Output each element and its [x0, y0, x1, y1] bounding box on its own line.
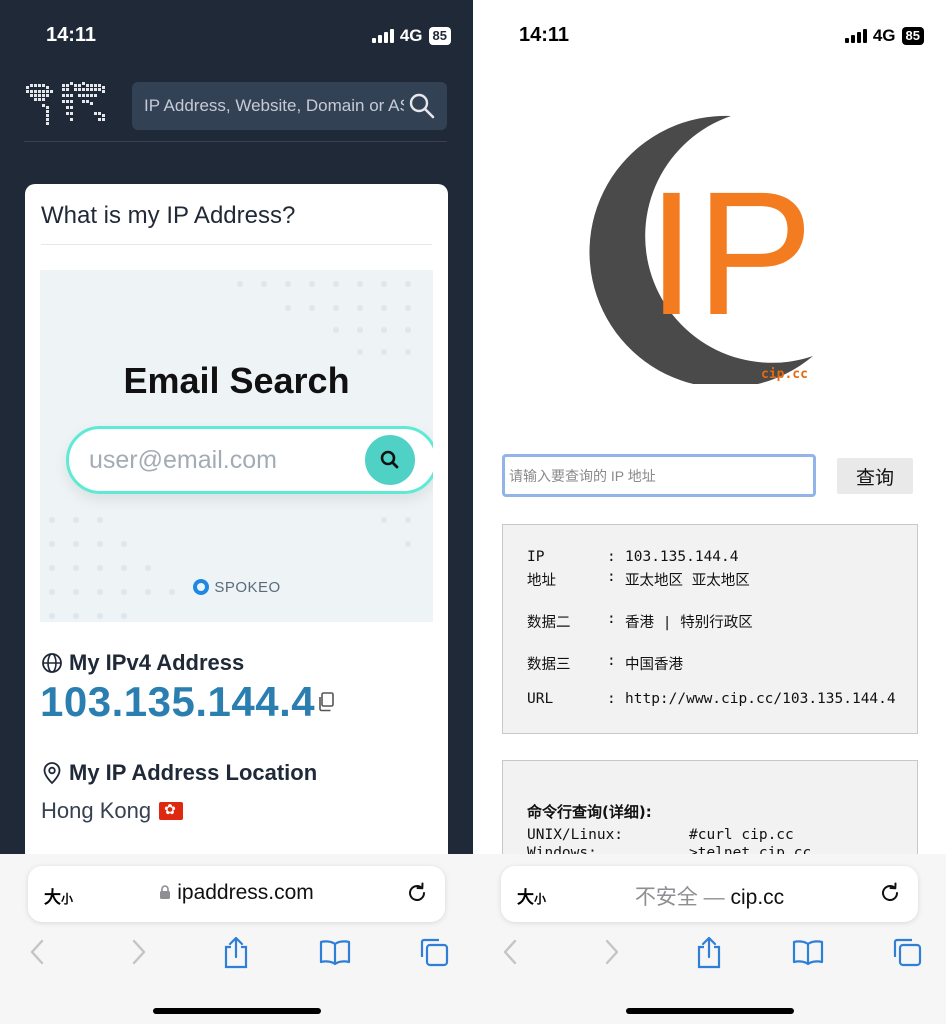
spokeo-logo: SPOKEO — [40, 578, 433, 596]
ad-title: Email Search — [123, 360, 350, 401]
status-bar: 14:11 4G 85 — [0, 22, 473, 52]
forward-icon[interactable] — [603, 936, 621, 968]
safari-toolbar — [473, 936, 946, 976]
status-time: 14:11 — [46, 24, 97, 46]
lock-icon — [160, 885, 171, 899]
cip-logo: IP cip.cc — [589, 115, 813, 384]
query-button[interactable]: 查询 — [837, 458, 913, 494]
network-type: 4G — [872, 26, 896, 45]
battery-level: 85 — [428, 27, 451, 45]
right-screen: 14:11 4G 85 IP cip.cc 查询 IP:103.135.144.… — [473, 0, 946, 1024]
divider — [41, 244, 432, 245]
home-indicator[interactable] — [152, 1008, 321, 1014]
tabs-icon[interactable] — [891, 936, 923, 968]
url-display[interactable]: 不安全 — cip.cc — [501, 881, 918, 911]
hong-kong-flag-icon — [159, 801, 184, 820]
email-search-field[interactable] — [66, 426, 433, 494]
command-row-unix: UNIX/Linux: #curl cip.cc — [527, 827, 794, 843]
url-separator: — — [697, 886, 731, 909]
address-bar[interactable]: 大小 ipaddress.com — [28, 866, 445, 922]
safari-bottom-bar: 大小 不安全 — cip.cc — [473, 854, 946, 1024]
logo-caption: cip.cc — [761, 367, 808, 382]
spokeo-icon — [193, 579, 210, 595]
url-text: ipaddress.com — [177, 881, 314, 904]
bookmarks-icon[interactable] — [791, 936, 825, 968]
reload-icon[interactable] — [878, 881, 902, 905]
not-secure-label: 不安全 — [634, 886, 698, 909]
result-url-link[interactable]: http://www.cip.cc/103.135.144.4 — [625, 691, 896, 707]
search-icon[interactable] — [409, 93, 435, 119]
ip-search-box[interactable] — [132, 82, 447, 130]
ad-brand: SPOKEO — [214, 578, 281, 596]
location-heading: My IP Address Location — [41, 760, 317, 786]
signal-icon — [371, 29, 394, 43]
url-display[interactable]: ipaddress.com — [28, 881, 445, 905]
left-screen: 14:11 4G 85 IP Address, Website, Domain … — [0, 0, 473, 1024]
ip-query-input[interactable] — [502, 454, 816, 497]
url-text: cip.cc — [730, 886, 785, 909]
card-title: What is my IP Address? — [41, 202, 296, 229]
location-value: Hong Kong — [41, 798, 184, 824]
status-bar: 14:11 4G 85 — [473, 22, 946, 52]
logo-text: IP — [647, 156, 813, 352]
ip-search-input[interactable] — [144, 82, 404, 130]
safari-bottom-bar: 大小 ipaddress.com — [0, 854, 473, 1024]
reload-icon[interactable] — [405, 881, 429, 905]
tabs-icon[interactable] — [418, 936, 450, 968]
signal-icon — [844, 29, 867, 43]
globe-icon — [42, 653, 62, 673]
share-icon[interactable] — [695, 936, 723, 970]
ipv4-heading: My IPv4 Address — [41, 650, 244, 676]
network-type: 4G — [399, 26, 423, 45]
world-map-icon[interactable] — [24, 80, 114, 130]
back-icon[interactable] — [501, 936, 519, 968]
command-title: 命令行查询(详细): — [527, 803, 652, 821]
ipv4-label: My IPv4 Address — [69, 650, 245, 675]
share-icon[interactable] — [222, 936, 250, 970]
safari-toolbar — [0, 936, 473, 976]
battery-level: 85 — [901, 27, 924, 45]
email-search-button[interactable] — [365, 435, 415, 485]
site-header — [24, 72, 447, 142]
forward-icon[interactable] — [130, 936, 148, 968]
email-input[interactable] — [89, 429, 359, 491]
search-icon — [380, 450, 399, 469]
status-time: 14:11 — [519, 24, 570, 46]
pin-icon — [43, 762, 61, 785]
copy-icon[interactable] — [317, 692, 335, 712]
location-text: Hong Kong — [41, 798, 152, 823]
ip-card: What is my IP Address? Email Search user… — [25, 184, 448, 884]
ipv4-value: 103.135.144.4 — [40, 678, 316, 725]
back-icon[interactable] — [28, 936, 46, 968]
home-indicator[interactable] — [625, 1008, 794, 1014]
bookmarks-icon[interactable] — [318, 936, 352, 968]
result-panel: IP:103.135.144.4 地址: 亚太地区 亚太地区 数据二: 香港 | 特… — [502, 524, 918, 734]
email-search-ad[interactable]: Email Search SPOKEO — [40, 270, 433, 622]
address-bar[interactable]: 大小 不安全 — cip.cc — [501, 866, 918, 922]
location-label: My IP Address Location — [69, 760, 318, 785]
